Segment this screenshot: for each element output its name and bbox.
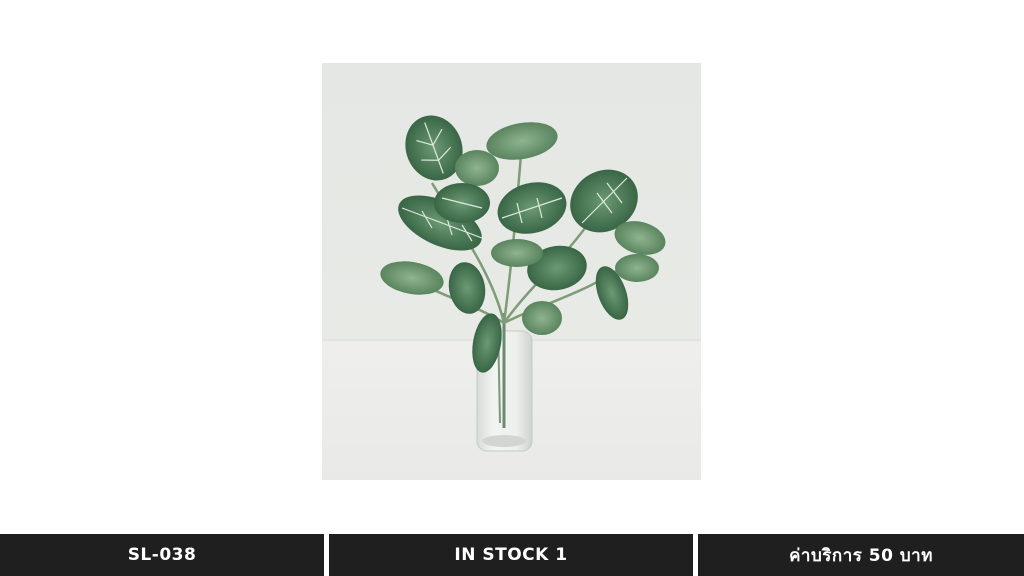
product-info-bar: SL-038 IN STOCK 1 ค่าบริการ 50 บาท bbox=[0, 534, 1024, 576]
product-card: SL-038 IN STOCK 1 ค่าบริการ 50 บาท bbox=[0, 0, 1024, 576]
service-fee-label: ค่าบริการ 50 บาท bbox=[698, 534, 1024, 576]
sku-label: SL-038 bbox=[0, 534, 324, 576]
stock-status-label: IN STOCK 1 bbox=[329, 534, 693, 576]
plant-in-vase-image bbox=[322, 63, 701, 480]
product-photo bbox=[322, 63, 701, 480]
